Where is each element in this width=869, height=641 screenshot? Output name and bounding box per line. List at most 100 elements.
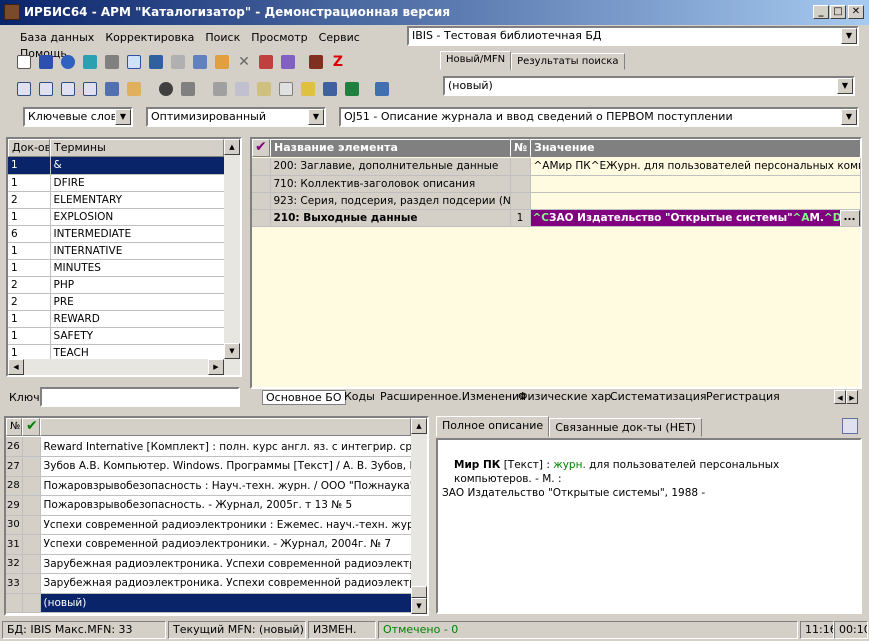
tab-extended-changes[interactable]: Расширенное.Изменения [378, 390, 528, 403]
key-input[interactable] [40, 387, 240, 407]
term-row[interactable]: 2 ELEMENTARY [8, 191, 225, 209]
result-mark[interactable] [22, 573, 41, 594]
field-row[interactable]: 923: Серия, подсерия, раздел подсерии (№… [252, 192, 861, 210]
edit-icon[interactable] [212, 52, 232, 72]
scroll-down-icon[interactable]: ▼ [411, 598, 427, 614]
result-row-new[interactable]: (новый) [6, 593, 412, 613]
field-value[interactable] [530, 175, 861, 193]
optimization-select[interactable]: Оптимизированный ▼ [146, 107, 326, 127]
result-row[interactable]: 30 Успехи современной радиоэлектроники : … [6, 515, 412, 535]
tab-main-bo[interactable]: Основное БО [262, 390, 346, 405]
close-button[interactable]: ✕ [848, 5, 864, 19]
mail-icon[interactable] [58, 79, 78, 99]
menu-search[interactable]: Поиск [205, 30, 240, 46]
import-icon[interactable] [256, 52, 276, 72]
result-mark[interactable] [22, 593, 41, 613]
result-mark[interactable] [22, 554, 41, 574]
tab-full-description[interactable]: Полное описание [436, 416, 550, 437]
view-icon[interactable] [156, 79, 176, 99]
printer-icon[interactable] [210, 79, 230, 99]
minimize-button[interactable]: _ [813, 5, 829, 19]
delete-icon[interactable]: ✕ [234, 52, 254, 72]
tab-linked-docs[interactable]: Связанные док-ты (НЕТ) [549, 418, 702, 437]
term-row[interactable]: 1 DFIRE [8, 174, 225, 192]
pages-icon[interactable] [276, 79, 296, 99]
tab-classification[interactable]: Систематизация [608, 390, 709, 403]
field-row[interactable]: 200: Заглавие, дополнительные данные ^AМи… [252, 158, 861, 176]
menu-edit[interactable]: Корректировка [105, 30, 194, 46]
excel-icon[interactable] [342, 79, 362, 99]
back-icon[interactable] [80, 52, 100, 72]
term-row[interactable]: 6 INTERMEDIATE [8, 225, 225, 243]
result-row[interactable]: 27 Зубов А.В. Компьютер. Windows. Програм… [6, 456, 412, 477]
result-mark[interactable] [22, 515, 41, 535]
forward-icon[interactable] [102, 52, 122, 72]
print-icon[interactable] [168, 52, 188, 72]
scroll-left-icon[interactable]: ◀ [8, 359, 24, 375]
term-row[interactable]: 1 REWARD [8, 310, 225, 328]
terms-header-term[interactable]: Термины [50, 139, 224, 157]
hand-icon[interactable] [124, 79, 144, 99]
term-row[interactable]: 1 MINUTES [8, 259, 225, 277]
worksheet-select[interactable]: OJ51 - Описание журнала и ввод сведений … [339, 107, 859, 127]
field-row[interactable]: 710: Коллектив-заголовок описания [252, 175, 861, 193]
term-row[interactable]: 1 & [8, 157, 225, 175]
tab-new-mfn[interactable]: Новый/MFN [440, 51, 512, 70]
scroll-up-icon[interactable]: ▲ [224, 139, 240, 155]
menu-view[interactable]: Просмотр [251, 30, 307, 46]
field-value-editor[interactable]: ^CЗАО Издательство "Открытые системы"^AМ… [530, 209, 861, 227]
find-icon[interactable] [80, 79, 100, 99]
save-icon[interactable] [36, 52, 56, 72]
terms-hscrollbar[interactable]: ◀ ▶ [8, 359, 240, 375]
result-row[interactable]: 32 Зарубежная радиоэлектроника. Успехи со… [6, 554, 412, 574]
chart-icon[interactable] [320, 79, 340, 99]
terms-header-count[interactable]: Док-ов [8, 139, 50, 157]
result-row[interactable]: 31 Успехи современной радиоэлектроники. -… [6, 534, 412, 555]
z3950-icon[interactable]: Z [328, 52, 348, 72]
list-icon[interactable] [102, 79, 122, 99]
tab-registration[interactable]: Регистрация [704, 390, 782, 403]
result-row[interactable]: 28 Пожаровзрывобезопасность : Науч.-техн.… [6, 476, 412, 496]
tab-physical[interactable]: Физические хар. [516, 390, 617, 403]
term-row[interactable]: 1 INTERNATIVE [8, 242, 225, 260]
terms-vscrollbar[interactable]: ▲ ▼ [224, 139, 240, 359]
scroll-thumb[interactable] [411, 586, 427, 598]
menu-service[interactable]: Сервис [319, 30, 360, 46]
maximize-button[interactable]: □ [830, 5, 846, 19]
field-value[interactable]: ^AМир ПК^EЖурн. для пользователей персон… [530, 158, 861, 176]
result-row[interactable]: 26 Reward Internative [Комплект] : полн. … [6, 437, 412, 457]
scroll-up-icon[interactable]: ▲ [411, 418, 427, 434]
term-row[interactable]: 2 PRE [8, 293, 225, 311]
book-icon[interactable] [306, 52, 326, 72]
checkmark-icon[interactable]: ✔ [22, 418, 40, 436]
tree-icon[interactable] [190, 52, 210, 72]
results-vscrollbar[interactable]: ▲ ▼ [411, 418, 427, 614]
export-icon[interactable] [278, 52, 298, 72]
copy-icon[interactable] [124, 52, 144, 72]
undo-icon[interactable] [58, 52, 78, 72]
mfn-select[interactable]: (новый) ▼ [443, 76, 855, 96]
tab-scroll-left-icon[interactable]: ◀ [834, 390, 846, 404]
result-mark[interactable] [22, 495, 41, 516]
result-row[interactable]: 33 Зарубежная радиоэлектроника. Успехи со… [6, 573, 412, 594]
grid-icon[interactable] [146, 52, 166, 72]
database-select[interactable]: IBIS - Тестовая библиотечная БД ▼ [407, 26, 859, 46]
comment-icon[interactable] [14, 79, 34, 99]
scroll-down-icon[interactable]: ▼ [224, 343, 240, 359]
field-row[interactable]: 210: Выходные данные 1 ^CЗАО Издательство … [252, 209, 861, 227]
new-document-icon[interactable] [14, 52, 34, 72]
ellipsis-button[interactable]: ... [839, 209, 859, 225]
field-value[interactable] [530, 192, 861, 210]
result-mark[interactable] [22, 534, 41, 555]
result-row[interactable]: 29 Пожаровзрывобезопасность. - Журнал, 20… [6, 495, 412, 516]
term-row[interactable]: 2 PHP [8, 276, 225, 294]
refresh-icon[interactable] [842, 418, 858, 434]
result-mark[interactable] [22, 476, 41, 496]
menu-database[interactable]: База данных [20, 30, 94, 46]
search-doc-icon[interactable] [36, 79, 56, 99]
result-mark[interactable] [22, 456, 41, 477]
tab-scroll-right-icon[interactable]: ▶ [846, 390, 858, 404]
folder-icon[interactable] [178, 79, 198, 99]
open-folder-icon[interactable] [298, 79, 318, 99]
report-icon[interactable] [254, 79, 274, 99]
